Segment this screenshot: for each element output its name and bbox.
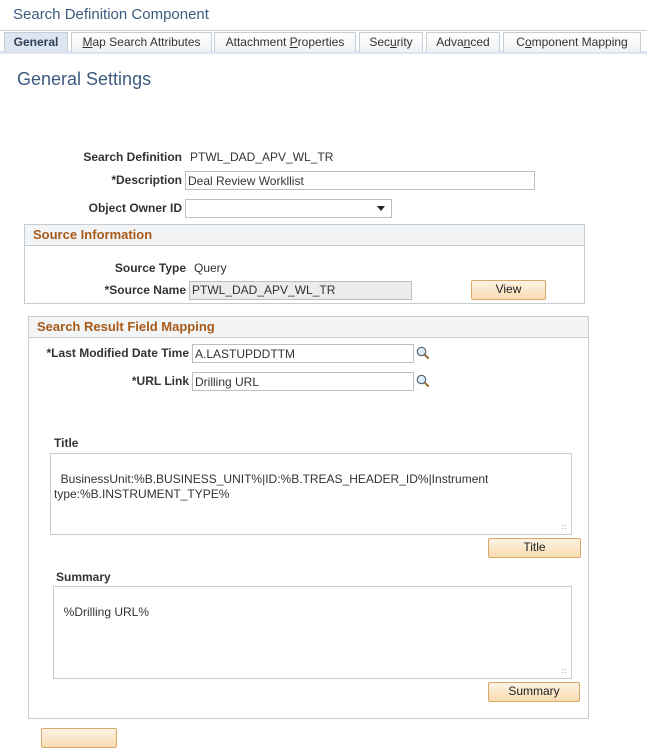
tab-advanced[interactable]: Advanced (426, 32, 500, 52)
tab-component-mapping[interactable]: Component Mapping (503, 32, 641, 52)
summary-textarea[interactable]: %Drilling URL% (53, 586, 572, 679)
tab-security[interactable]: Security (359, 32, 423, 52)
source-name-field: PTWL_DAD_APV_WL_TR (189, 281, 412, 300)
view-button[interactable]: View (471, 280, 546, 300)
tab-map-search-attributes[interactable]: Map Search Attributes (71, 32, 212, 52)
title-textarea-value: BusinessUnit:%B.BUSINESS_UNIT%|ID:%B.TRE… (54, 472, 492, 501)
tab-accesskey: P (289, 35, 298, 49)
lookup-icon[interactable] (416, 374, 430, 388)
tab-label-post: rity (396, 35, 413, 49)
description-label: *Description (111, 173, 182, 187)
last-modified-date-time-input[interactable] (192, 344, 414, 363)
tab-label-pre: C (516, 35, 525, 49)
object-owner-id-label: Object Owner ID (88, 201, 182, 215)
summary-textarea-value: %Drilling URL% (63, 605, 150, 619)
tab-attachment-properties[interactable]: Attachment Properties (214, 32, 356, 52)
object-owner-id-select[interactable] (185, 199, 392, 218)
tab-accesskey: o (524, 35, 532, 49)
search-result-field-mapping-header: Search Result Field Mapping (29, 317, 588, 338)
title-label: Title (54, 436, 79, 450)
tab-general[interactable]: General (4, 32, 68, 52)
search-definition-value: PTWL_DAD_APV_WL_TR (190, 150, 334, 164)
lookup-icon[interactable] (416, 346, 430, 360)
tab-label-pre: Sec (369, 35, 390, 49)
chevron-down-icon (377, 206, 385, 211)
tab-label: General (13, 35, 59, 49)
url-link-input[interactable] (192, 372, 414, 391)
source-name-label: *Source Name (104, 283, 186, 297)
title-textarea[interactable]: BusinessUnit:%B.BUSINESS_UNIT%|ID:%B.TRE… (50, 453, 572, 535)
summary-button[interactable]: Summary (488, 682, 580, 702)
partial-button[interactable] (41, 728, 117, 748)
component-title: Search Definition Component (13, 6, 209, 23)
tab-label-pre: Adva (436, 35, 464, 49)
title-button[interactable]: Title (488, 538, 581, 558)
url-link-label: *URL Link (131, 374, 189, 388)
summary-label: Summary (56, 570, 111, 584)
tab-label-pre: Attachment (225, 35, 290, 49)
source-information-header: Source Information (25, 225, 584, 246)
page-title: General Settings (17, 69, 152, 89)
source-type-label: Source Type (114, 261, 186, 275)
source-type-value: Query (194, 261, 227, 275)
tab-label-post: roperties (297, 35, 345, 49)
tab-accesskey: M (82, 35, 93, 49)
resize-grip-icon[interactable] (561, 668, 568, 675)
resize-grip-icon[interactable] (561, 524, 568, 531)
tab-label-post: mponent Mapping (531, 35, 628, 49)
tab-label-post: ced (470, 35, 490, 49)
tab-accesskey: u (390, 35, 397, 49)
tab-label-post: ap Search Attributes (92, 35, 201, 49)
search-definition-label: Search Definition (83, 150, 182, 164)
description-input[interactable] (185, 171, 535, 190)
last-modified-date-time-label: *Last Modified Date Time (46, 346, 189, 360)
